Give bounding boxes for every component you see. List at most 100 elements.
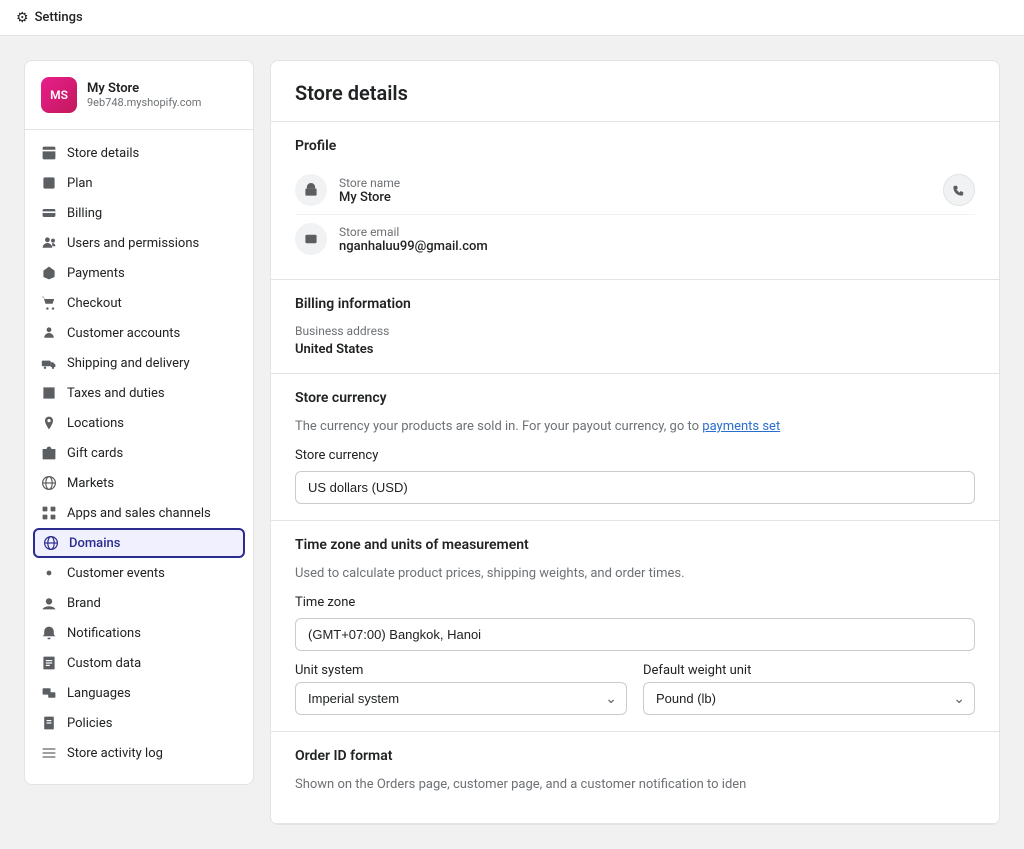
gift-cards-icon (41, 445, 57, 461)
nav-item[interactable]: Payments (25, 258, 253, 288)
nav-label-locations: Locations (67, 416, 124, 431)
nav-item[interactable]: Plan (25, 168, 253, 198)
payments-icon (41, 265, 57, 281)
weight-unit-select-wrapper: Pound (lb) (643, 682, 975, 715)
billing-section: Billing information Business address Uni… (271, 280, 999, 374)
checkout-icon (41, 295, 57, 311)
settings-icon: ⚙ (16, 10, 29, 26)
unit-system-select[interactable]: Imperial system (295, 682, 627, 715)
store-email-row: Store email nganhaluu99@gmail.com (295, 215, 975, 263)
shipping-icon (41, 355, 57, 371)
nav-label-customer-events: Customer events (67, 566, 165, 581)
unit-system-group: Unit system Imperial system (295, 663, 627, 715)
users-icon (41, 235, 57, 251)
nav-item[interactable]: Users and permissions (25, 228, 253, 258)
nav-item[interactable]: Billing (25, 198, 253, 228)
billing-section-title: Billing information (295, 296, 975, 312)
nav-label-plan: Plan (67, 176, 93, 191)
nav-item-domains[interactable]: Domains (33, 528, 245, 558)
store-name-value: My Store (339, 190, 400, 205)
store-url: 9eb748.myshopify.com (87, 96, 201, 109)
nav-label-domains: Domains (69, 536, 120, 551)
nav-label-taxes: Taxes and duties (67, 386, 165, 401)
nav-item[interactable]: Apps and sales channels (25, 498, 253, 528)
apps-icon (41, 505, 57, 521)
billing-icon (41, 205, 57, 221)
nav-item[interactable]: Locations (25, 408, 253, 438)
nav-label-payments: Payments (67, 266, 125, 281)
customer-accounts-icon (41, 325, 57, 341)
weight-unit-select[interactable]: Pound (lb) (643, 682, 975, 715)
store-name-icon (295, 174, 327, 206)
timezone-input[interactable] (295, 618, 975, 651)
nav-item[interactable]: Markets (25, 468, 253, 498)
store-header: MS My Store 9eb748.myshopify.com (25, 77, 253, 130)
store-info: My Store 9eb748.myshopify.com (87, 81, 201, 109)
store-phone-button[interactable] (943, 174, 975, 206)
currency-section: Store currency The currency your product… (271, 374, 999, 521)
panel-title: Store details (271, 61, 999, 122)
currency-field-label: Store currency (295, 448, 975, 463)
timezone-section: Time zone and units of measurement Used … (271, 521, 999, 732)
custom-data-icon (41, 655, 57, 671)
languages-icon (41, 685, 57, 701)
store-icon (41, 145, 57, 161)
nav-item[interactable]: Custom data (25, 648, 253, 678)
currency-input[interactable] (295, 471, 975, 504)
content-panel: Store details Profile Store name My Stor… (270, 60, 1000, 825)
notifications-icon (41, 625, 57, 641)
nav-item[interactable]: Policies (25, 708, 253, 738)
nav-label-shipping: Shipping and delivery (67, 356, 190, 371)
nav-item[interactable]: Store activity log (25, 738, 253, 768)
nav-label-users: Users and permissions (67, 236, 199, 251)
nav-label-languages: Languages (67, 686, 131, 701)
order-id-section: Order ID format Shown on the Orders page… (271, 732, 999, 823)
sidebar: MS My Store 9eb748.myshopify.com Store d… (24, 60, 254, 785)
taxes-icon (41, 385, 57, 401)
policies-icon (41, 715, 57, 731)
nav-label-activity: Store activity log (67, 746, 163, 761)
top-bar-title: Settings (35, 10, 83, 25)
timezone-label: Time zone (295, 595, 975, 610)
units-row: Unit system Imperial system Default weig… (295, 663, 975, 715)
nav-label-custom-data: Custom data (67, 656, 141, 671)
payments-settings-link[interactable]: payments set (702, 419, 780, 434)
nav-label-billing: Billing (67, 206, 102, 221)
nav-label-gift-cards: Gift cards (67, 446, 123, 461)
nav-item[interactable]: Checkout (25, 288, 253, 318)
locations-icon (41, 415, 57, 431)
store-email-content: Store email nganhaluu99@gmail.com (339, 225, 488, 254)
nav-label-brand: Brand (67, 596, 101, 611)
nav-item[interactable]: Notifications (25, 618, 253, 648)
nav-label-policies: Policies (67, 716, 112, 731)
store-email-value: nganhaluu99@gmail.com (339, 239, 488, 254)
nav-label-checkout: Checkout (67, 296, 122, 311)
nav-item[interactable]: Languages (25, 678, 253, 708)
store-email-icon (295, 223, 327, 255)
nav-item[interactable]: Taxes and duties (25, 378, 253, 408)
nav-item[interactable]: Customer accounts (25, 318, 253, 348)
unit-system-select-wrapper: Imperial system (295, 682, 627, 715)
currency-section-title: Store currency (295, 390, 975, 406)
nav-label-apps: Apps and sales channels (67, 506, 211, 521)
order-id-title: Order ID format (295, 748, 975, 764)
nav-item[interactable]: Store details (25, 138, 253, 168)
store-avatar: MS (41, 77, 77, 113)
store-name-row: Store name My Store (295, 166, 975, 215)
weight-unit-label: Default weight unit (643, 663, 975, 678)
customer-events-icon (41, 565, 57, 581)
store-name: My Store (87, 81, 201, 96)
nav-label-customer-accounts: Customer accounts (67, 326, 180, 341)
nav-item[interactable]: Customer events (25, 558, 253, 588)
brand-icon (41, 595, 57, 611)
nav-item[interactable]: Brand (25, 588, 253, 618)
profile-section: Profile Store name My Store Store e (271, 122, 999, 280)
nav-item[interactable]: Shipping and delivery (25, 348, 253, 378)
nav-item[interactable]: Gift cards (25, 438, 253, 468)
currency-description: The currency your products are sold in. … (295, 418, 975, 436)
store-name-content: Store name My Store (339, 176, 400, 205)
markets-icon (41, 475, 57, 491)
timezone-section-title: Time zone and units of measurement (295, 537, 975, 553)
timezone-description: Used to calculate product prices, shippi… (295, 565, 975, 583)
nav-label-store-details: Store details (67, 146, 139, 161)
